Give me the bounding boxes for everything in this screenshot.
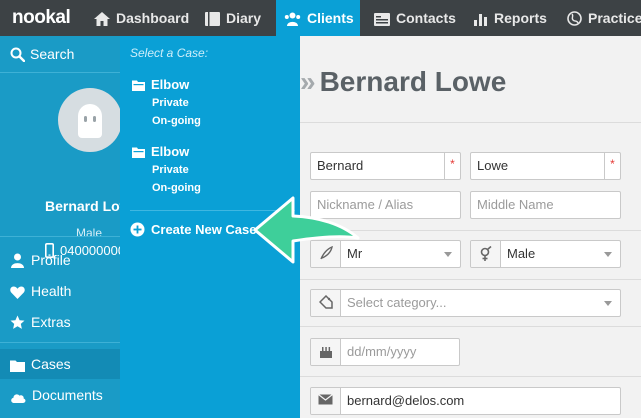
nookal-logo[interactable]: nookal [12, 7, 71, 29]
bar-chart-icon [474, 14, 487, 26]
case-type: Private [152, 164, 189, 176]
star-icon [10, 315, 25, 329]
nav-practice-label: Practice [588, 10, 641, 26]
required-indicator: * [604, 153, 620, 179]
nickname-field[interactable]: Nickname / Alias [310, 191, 461, 219]
sidebar-item-documents[interactable]: Documents [0, 380, 120, 410]
email-value: bernard@delos.com [347, 393, 465, 408]
sidebar-item-extras[interactable]: Extras [0, 307, 120, 337]
feather-icon [311, 241, 341, 267]
sidebar-divider [0, 236, 120, 237]
case-item[interactable]: Elbow Private On-going [132, 76, 201, 130]
page-title-text: Bernard Lowe [319, 66, 507, 97]
first-name-value: Bernard [317, 158, 364, 173]
nav-reports-label: Reports [494, 10, 547, 26]
people-icon [284, 12, 301, 26]
sidebar-divider [0, 72, 120, 73]
gender-select[interactable]: Male [470, 240, 621, 268]
case-folder-icon [132, 147, 145, 158]
date-of-birth-field[interactable]: dd/mm/yyyy [310, 338, 460, 366]
form-divider [300, 279, 641, 280]
sidebar-item-health[interactable]: Health [0, 276, 120, 306]
sidebar-item-cases[interactable]: Cases [0, 349, 120, 379]
case-menu-heading: Select a Case: [130, 46, 209, 60]
create-new-case-label: Create New Case [151, 222, 257, 237]
category-select[interactable]: Select category... [310, 289, 621, 317]
case-type: Private [152, 97, 189, 109]
sidebar-client-gender: Male [76, 226, 103, 240]
case-select-menu: Select a Case: Elbow Private On-going El… [120, 36, 300, 418]
nav-diary-label: Diary [226, 10, 262, 26]
create-new-case-button[interactable]: Create New Case [130, 222, 257, 237]
required-indicator: * [444, 153, 460, 179]
plus-circle-icon [130, 222, 145, 237]
category-placeholder: Select category... [347, 295, 447, 310]
last-name-value: Lowe [477, 158, 509, 173]
sidebar-item-label: Documents [32, 387, 103, 403]
chevron-down-icon [444, 252, 452, 257]
person-icon [11, 253, 24, 268]
nav-diary[interactable]: Diary [205, 0, 261, 36]
client-sidebar: Search Bernard Lowe Male 0400000000 Prof… [0, 36, 138, 418]
top-nav-bar: nookal Dashboard Diary Clients Contacts … [0, 0, 641, 36]
sidebar-item-label: Profile [31, 252, 71, 268]
sidebar-search[interactable]: Search [0, 36, 120, 72]
sidebar-item-label: Cases [31, 356, 71, 372]
case-name: Elbow [151, 77, 190, 92]
first-name-field[interactable]: Bernard * [310, 152, 461, 180]
chevron-down-icon [604, 252, 612, 257]
middle-name-field[interactable]: Middle Name [470, 191, 621, 219]
last-name-field[interactable]: Lowe * [470, 152, 621, 180]
gender-select-value: Male [507, 246, 536, 261]
heart-icon [10, 286, 25, 299]
email-field[interactable]: bernard@delos.com [310, 387, 621, 415]
title-divider [300, 122, 641, 123]
birthday-cake-icon [311, 339, 341, 365]
chevron-down-icon [604, 301, 612, 306]
case-folder-icon [132, 80, 145, 91]
nav-reports[interactable]: Reports [474, 0, 547, 36]
title-select[interactable]: Mr [310, 240, 461, 268]
page-title: » Bernard Lowe [300, 66, 506, 98]
case-menu-divider [130, 210, 295, 211]
title-select-value: Mr [347, 246, 363, 261]
book-icon [205, 12, 220, 26]
envelope-icon [311, 388, 341, 414]
nav-dashboard[interactable]: Dashboard [94, 0, 189, 36]
client-profile-main: » Bernard Lowe Bernard * Lowe * Nickname … [300, 36, 641, 418]
sidebar-item-label: Extras [31, 314, 71, 330]
form-divider [300, 230, 641, 231]
case-name: Elbow [151, 144, 190, 159]
sidebar-divider [0, 342, 120, 343]
folder-icon [10, 360, 25, 372]
nav-clients[interactable]: Clients [276, 0, 360, 36]
search-icon [10, 47, 26, 63]
nav-contacts-label: Contacts [396, 10, 456, 26]
avatar [58, 88, 122, 152]
title-arrow: » [300, 66, 316, 97]
globe-icon [567, 11, 582, 26]
date-of-birth-placeholder: dd/mm/yyyy [347, 344, 417, 359]
form-divider [300, 376, 641, 377]
nav-practice[interactable]: Practice [567, 0, 641, 36]
case-item[interactable]: Elbow Private On-going [132, 143, 201, 197]
tag-icon [311, 290, 341, 316]
case-status: On-going [152, 182, 201, 194]
nav-clients-label: Clients [307, 10, 354, 26]
cloud-icon [11, 394, 26, 403]
home-icon [94, 12, 110, 26]
default-avatar-icon [78, 104, 102, 138]
form-divider [300, 326, 641, 327]
sidebar-search-label: Search [30, 46, 75, 62]
case-status: On-going [152, 115, 201, 127]
sidebar-item-profile[interactable]: Profile [0, 245, 120, 275]
contact-card-icon [374, 13, 390, 26]
nav-contacts[interactable]: Contacts [374, 0, 456, 36]
gender-icon [471, 241, 501, 267]
nav-dashboard-label: Dashboard [116, 10, 190, 26]
sidebar-item-label: Health [31, 283, 72, 299]
